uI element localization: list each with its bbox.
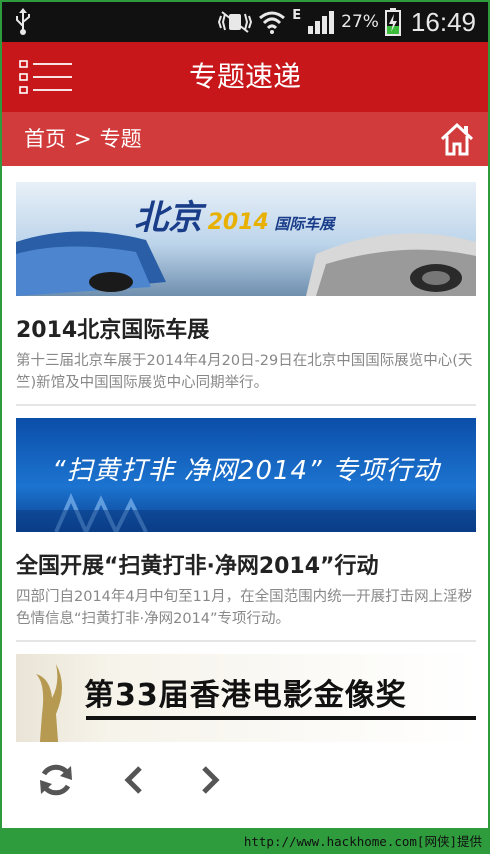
article-title[interactable]: 2014北京国际车展 <box>16 312 476 344</box>
forward-button[interactable] <box>190 760 230 800</box>
back-icon <box>114 766 154 804</box>
breadcrumb: 首页 > 专题 <box>24 112 142 166</box>
phone-screen: E 27% 16:49 专题速递 首页 > 专题 北京 2014 国际车展 20… <box>2 2 488 828</box>
article-banner-image[interactable]: 北京 2014 国际车展 <box>16 182 476 296</box>
signal-icon <box>307 10 335 34</box>
article-description: 第十三届北京车展于2014年4月20日-29日在北京中国国际展览中心(天竺)新馆… <box>16 353 473 391</box>
watermark-strip: http://www.hackhome.com[网侠]提供 <box>0 828 490 854</box>
breadcrumb-separator: > <box>74 127 92 151</box>
banner-headline: “扫黄打非 净网2014” 专项行动 <box>52 456 440 486</box>
home-icon <box>440 122 474 160</box>
bottom-toolbar <box>2 742 488 828</box>
list-item[interactable]: 第33届香港电影金像奖 <box>16 654 476 742</box>
list-item[interactable]: 北京 2014 国际车展 2014北京国际车展 第十三届北京车展于2014年4月… <box>16 182 476 406</box>
article-list: 北京 2014 国际车展 2014北京国际车展 第十三届北京车展于2014年4月… <box>16 182 476 742</box>
back-button[interactable] <box>114 760 154 800</box>
divider <box>16 640 476 642</box>
refresh-button[interactable] <box>36 760 76 800</box>
breadcrumb-current: 专题 <box>99 127 142 151</box>
article-banner-image[interactable]: “扫黄打非 净网2014” 专项行动 <box>16 418 476 532</box>
wifi-icon <box>258 10 286 34</box>
banner-headline: 第33届香港电影金像奖 <box>84 678 407 713</box>
clock: 16:49 <box>410 6 476 37</box>
list-menu-icon <box>18 60 74 98</box>
banner-headline: 北京 2014 国际车展 <box>134 198 335 238</box>
page-title: 专题速递 <box>188 60 301 93</box>
article-title[interactable]: 全国开展“扫黄打非·净网2014”行动 <box>16 548 476 580</box>
menu-button[interactable] <box>18 60 74 94</box>
refresh-icon <box>36 764 76 804</box>
app-header: 专题速递 <box>2 42 488 112</box>
article-banner-image[interactable]: 第33届香港电影金像奖 <box>16 654 476 742</box>
network-type-label: E <box>292 7 302 23</box>
usb-icon <box>14 8 32 40</box>
forward-icon <box>190 766 230 804</box>
status-bar: E 27% 16:49 <box>2 2 488 42</box>
breadcrumb-home-link[interactable]: 首页 <box>24 112 66 166</box>
article-description: 四部门自2014年4月中旬至11月，在全国范围内统一开展打击网上淫秽色情信息“扫… <box>16 589 473 627</box>
home-button[interactable] <box>440 122 474 156</box>
watermark-text: http://www.hackhome.com[网侠]提供 <box>243 834 482 849</box>
list-item[interactable]: “扫黄打非 净网2014” 专项行动 全国开展“扫黄打非·净网2014”行动 四… <box>16 418 476 642</box>
breadcrumb-bar: 首页 > 专题 <box>2 112 488 166</box>
mute-vibrate-icon <box>218 10 253 34</box>
battery-percent: 27% <box>341 12 379 32</box>
banner-underline <box>86 716 476 720</box>
battery-charging-icon <box>384 8 401 36</box>
divider <box>16 404 476 406</box>
